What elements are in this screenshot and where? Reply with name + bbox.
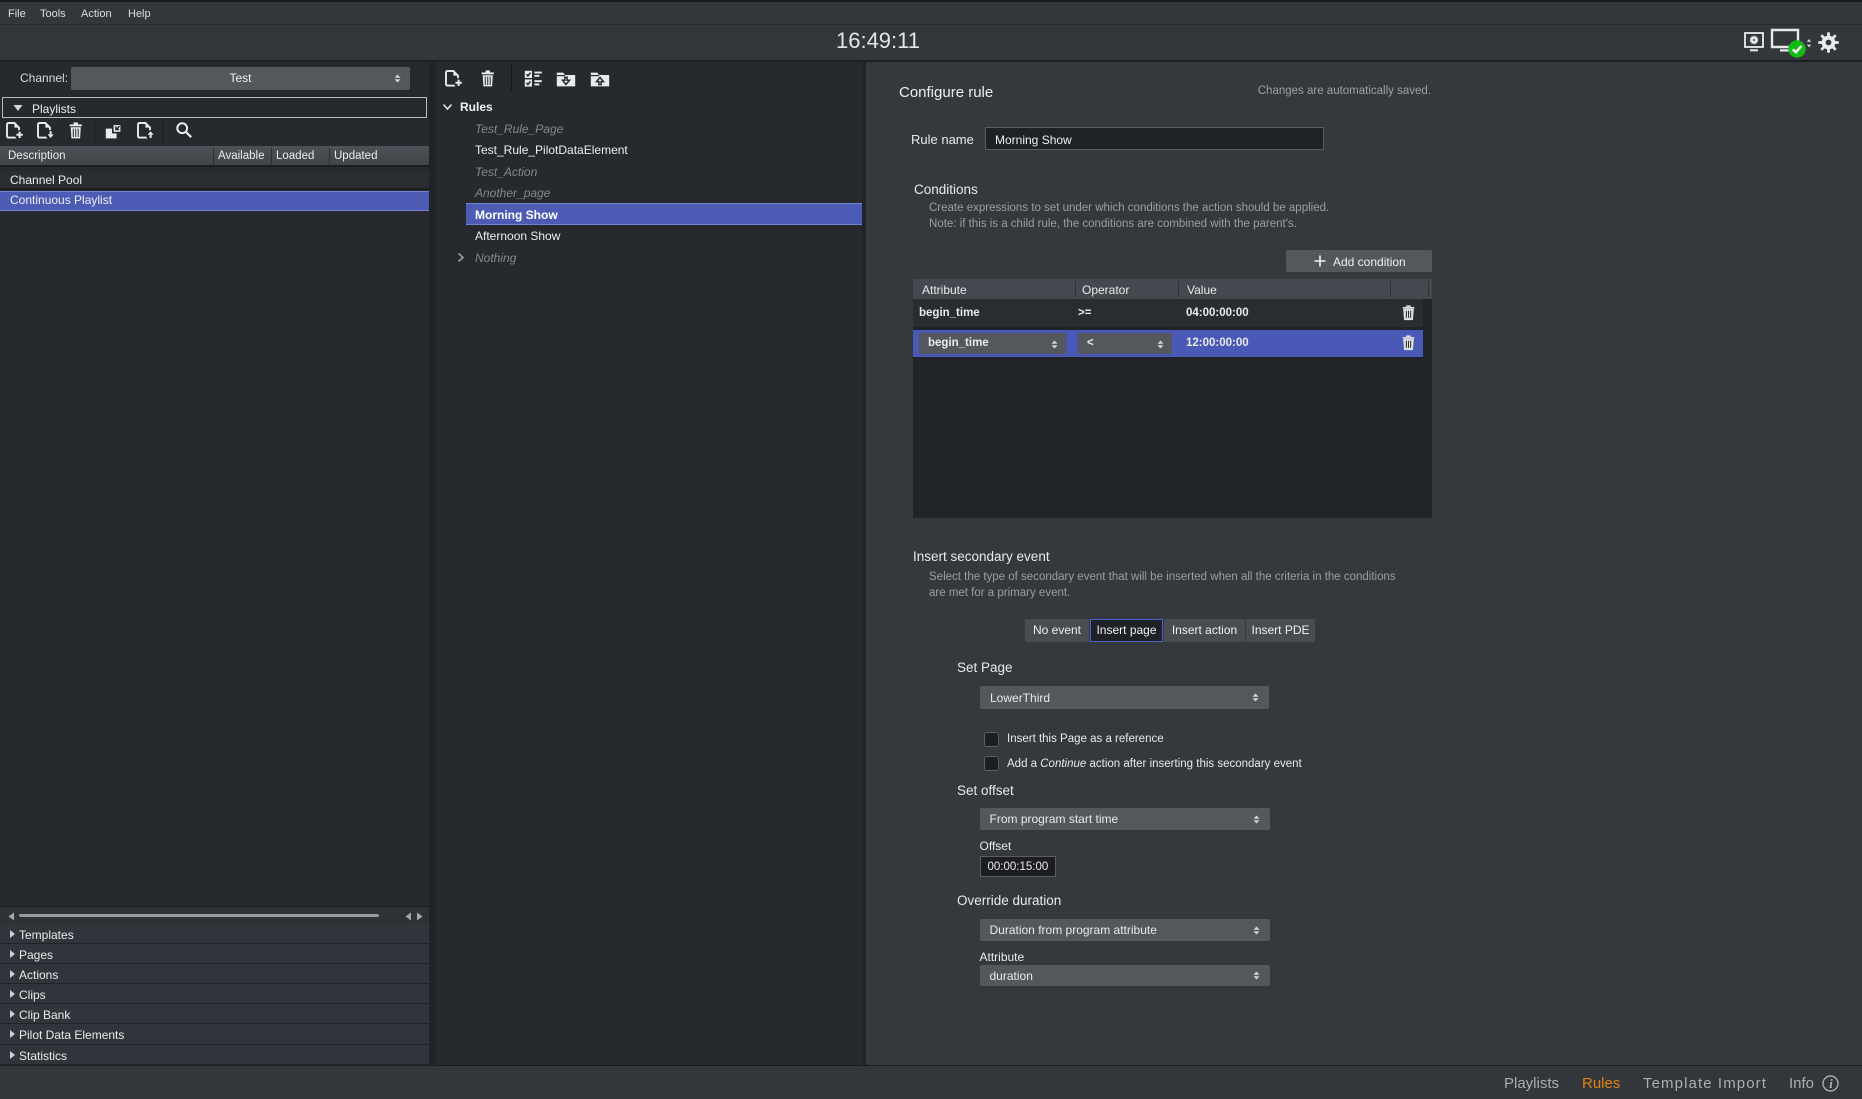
svg-text:i: i (1829, 1077, 1833, 1091)
